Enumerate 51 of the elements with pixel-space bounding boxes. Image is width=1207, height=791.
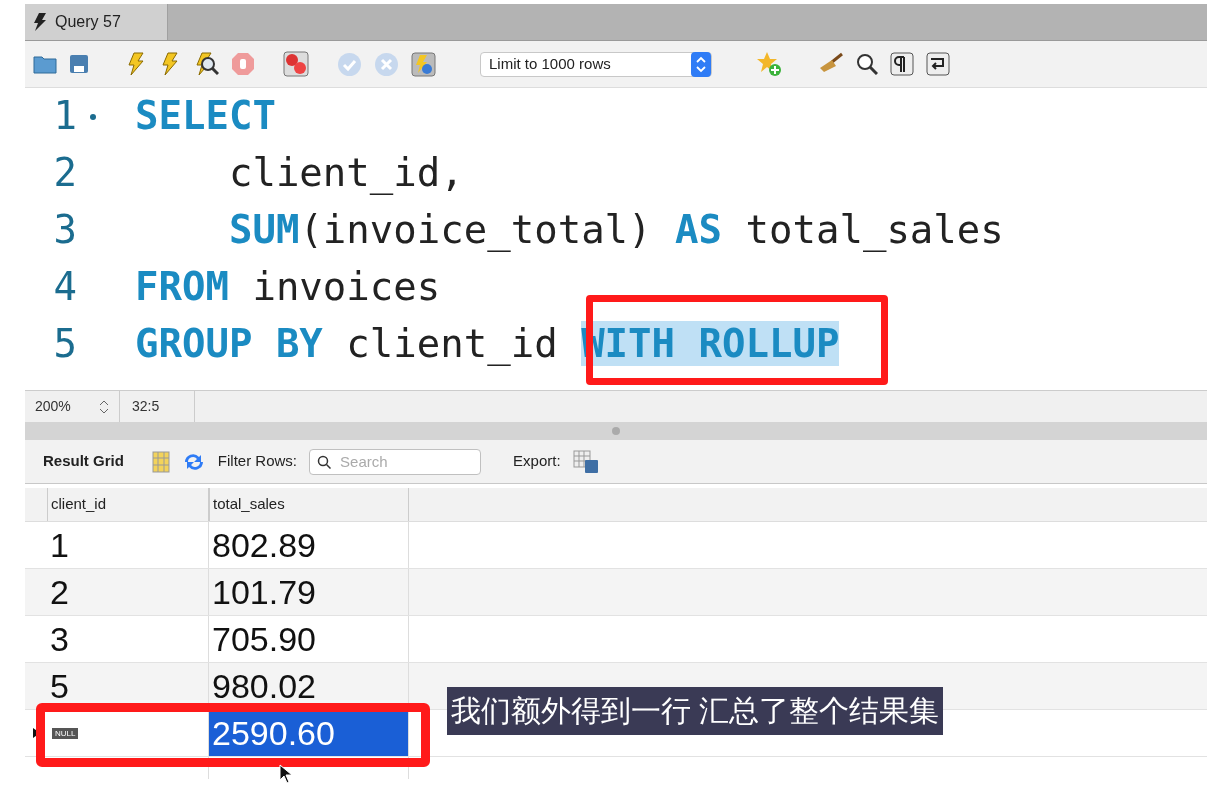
table-cell: 802.89 [209,522,409,568]
table-cell: 980.02 [209,663,409,709]
table-cell: 2590.60 [209,710,409,756]
stepper-icon [99,398,109,415]
tab-title: Query 57 [55,12,121,32]
line-number: 4 [53,263,77,312]
table-cell: 705.90 [209,616,409,662]
query-tab[interactable]: Query 57 [25,4,168,40]
pilcrow-icon[interactable] [890,52,914,76]
line-number: 5 [53,320,77,369]
execute-icon[interactable] [125,52,147,76]
mouse-cursor-icon [279,764,293,784]
search-icon [317,454,332,469]
stepper-icon [691,51,711,77]
lightning-icon [33,13,47,31]
wrap-icon[interactable] [926,52,950,76]
grip-icon [612,427,620,435]
filter-rows-label: Filter Rows: [217,451,298,472]
column-header[interactable]: client_id [47,488,209,521]
result-grid-label: Result Grid [43,451,124,472]
code-line: SELECT [135,92,276,141]
null-badge: NULL [52,727,79,739]
error-stop-icon[interactable] [283,51,309,77]
line-number: 3 [53,206,77,255]
table-cell: 101.79 [209,569,409,615]
check-icon[interactable] [337,51,362,77]
export-label: Export: [513,451,561,472]
columns-icon[interactable] [151,450,170,473]
cursor-position: 32:5 [132,397,160,416]
code-line: client_id, [227,149,464,198]
table-cell: 1 [47,522,209,568]
folder-icon[interactable] [33,54,57,74]
limit-select[interactable]: Limit to 1000 rows [480,51,712,77]
column-header[interactable]: total_sales [209,488,409,521]
line-number: 1 [53,92,77,141]
export-icon[interactable] [572,449,599,474]
explain-icon[interactable] [193,52,219,76]
search-field[interactable]: Search [309,448,482,475]
table-cell: 3 [47,616,209,662]
star-icon[interactable] [756,51,782,77]
auto-commit-icon[interactable] [411,51,436,77]
stop-icon[interactable] [231,52,255,76]
save-icon[interactable] [69,54,89,74]
code-line: FROM invoices [135,263,441,312]
execute-line-icon[interactable] [159,52,181,76]
table-cell: 2 [47,569,209,615]
subtitle-caption: 我们额外得到一行 汇总了整个结果集 [447,687,944,735]
code-line: SUM(invoice_total) AS total_sales [227,206,1004,255]
line-number: 2 [53,149,77,198]
search-icon[interactable] [856,53,878,75]
table-cell: 5 [47,663,209,709]
